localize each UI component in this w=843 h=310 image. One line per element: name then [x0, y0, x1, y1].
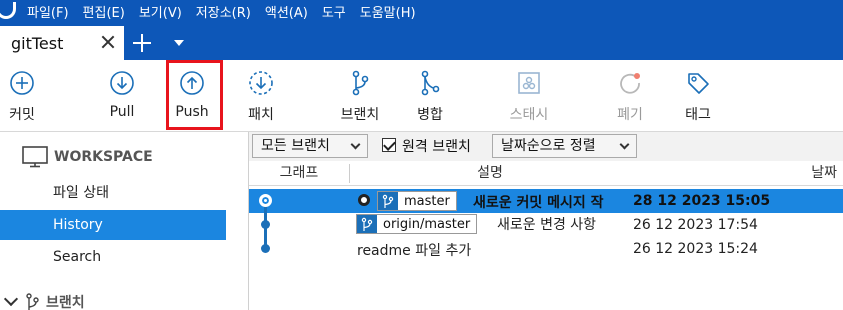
stash-label: 스태시	[509, 107, 549, 123]
tab-bar: gitTest	[0, 22, 843, 60]
commit-message: 새로운 변경 사항	[497, 217, 597, 233]
branch-icon	[357, 215, 377, 233]
discard-label: 폐기	[617, 107, 643, 123]
sort-value: 날짜순으로 정렬	[501, 138, 596, 154]
merge-button[interactable]: 병합	[412, 60, 448, 132]
branch-filter-value: 모든 브랜치	[261, 138, 330, 154]
commit-message: readme 파일 추가	[357, 243, 472, 259]
push-highlight-frame	[166, 60, 223, 130]
stash-icon	[518, 72, 540, 94]
graph-node	[261, 244, 270, 253]
branch-tag-name: master	[404, 193, 450, 209]
patch-label: 패치	[248, 107, 274, 123]
workspace-label: WORKSPACE	[54, 149, 153, 165]
plus-circle-icon	[10, 71, 34, 95]
commit-label: 커밋	[9, 107, 35, 123]
pull-label: Pull	[109, 104, 135, 120]
monitor-icon	[22, 146, 48, 168]
workspace-header[interactable]: WORKSPACE	[22, 146, 153, 168]
discard-icon	[620, 73, 640, 94]
toolbar: 커밋 Pull Push 패치 브랜치 병합 스태시 폐기 태그	[0, 60, 843, 132]
commit-date: 28 12 2023 15:05	[633, 193, 771, 209]
branches-label: 브랜치	[46, 295, 85, 310]
commit-date: 26 12 2023 15:24	[633, 241, 758, 257]
commit-button[interactable]: 커밋	[4, 60, 40, 132]
filter-bar: 모든 브랜치 원격 브랜치 날짜순으로 정렬	[249, 132, 843, 161]
chevron-down-icon	[350, 139, 361, 150]
merge-label: 병합	[417, 107, 443, 123]
tag-icon	[688, 73, 709, 94]
menu-file[interactable]: 파일(F)	[20, 2, 76, 21]
dashed-arrow-down-circle-icon	[249, 71, 273, 95]
column-date[interactable]: 날짜	[797, 161, 843, 186]
remote-branches-label: 원격 브랜치	[402, 139, 471, 155]
chevron-down-icon	[619, 139, 630, 150]
sort-select[interactable]: 날짜순으로 정렬	[492, 134, 637, 158]
add-tab-icon[interactable]	[133, 34, 151, 52]
tab-gittest[interactable]: gitTest	[0, 26, 124, 60]
branch-tag-name: origin/master	[383, 216, 471, 232]
menu-edit[interactable]: 편집(E)	[76, 2, 132, 21]
menu-bar: 파일(F) 편집(E) 보기(V) 저장소(R) 액션(A) 도구 도움말(H)	[0, 0, 843, 22]
merge-icon	[421, 70, 440, 96]
commit-message: 새로운 커밋 메시지 작	[473, 195, 604, 211]
sidebar-item-history[interactable]: History	[0, 210, 226, 240]
menu-repository[interactable]: 저장소(R)	[189, 2, 258, 21]
branch-filter-select[interactable]: 모든 브랜치	[252, 134, 368, 158]
close-icon[interactable]	[100, 34, 116, 50]
column-graph[interactable]: 그래프	[249, 161, 349, 186]
branch-icon	[26, 293, 39, 310]
arrow-down-circle-icon	[110, 71, 134, 95]
column-header-row: 그래프 설명 날짜	[249, 161, 843, 186]
sidebar: WORKSPACE 파일 상태 History Search 브랜치	[0, 132, 249, 310]
branch-button[interactable]: 브랜치	[336, 60, 384, 132]
head-indicator-icon	[358, 194, 370, 206]
chevron-down-icon	[3, 291, 19, 307]
remote-branches-checkbox[interactable]	[382, 138, 396, 152]
branch-tag-origin-master[interactable]: origin/master	[356, 214, 478, 234]
stash-button[interactable]: 스태시	[504, 60, 554, 132]
branches-header[interactable]: 브랜치	[0, 291, 85, 310]
branch-tag-master[interactable]: master	[377, 191, 457, 211]
chevron-down-icon[interactable]	[174, 40, 184, 46]
tag-button[interactable]: 태그	[680, 60, 716, 132]
menu-actions[interactable]: 액션(A)	[258, 2, 315, 21]
tab-title: gitTest	[11, 33, 64, 53]
menu-tools[interactable]: 도구	[315, 2, 353, 21]
sidebar-item-search[interactable]: Search	[0, 242, 226, 272]
app-logo-icon	[0, 0, 20, 22]
tag-label: 태그	[685, 107, 711, 123]
branch-icon	[378, 192, 398, 210]
menu-help[interactable]: 도움말(H)	[353, 2, 423, 21]
branch-icon	[352, 70, 369, 96]
patch-button[interactable]: 패치	[243, 60, 279, 132]
menu-view[interactable]: 보기(V)	[132, 2, 189, 21]
pull-button[interactable]: Pull	[104, 60, 140, 132]
branch-label: 브랜치	[340, 107, 380, 123]
commit-date: 26 12 2023 17:54	[633, 217, 758, 233]
discard-button[interactable]: 폐기	[612, 60, 648, 132]
sidebar-item-file-status[interactable]: 파일 상태	[0, 178, 226, 208]
graph-node-selected	[259, 194, 272, 207]
graph-node	[261, 220, 270, 229]
column-description[interactable]: 설명	[350, 161, 630, 186]
